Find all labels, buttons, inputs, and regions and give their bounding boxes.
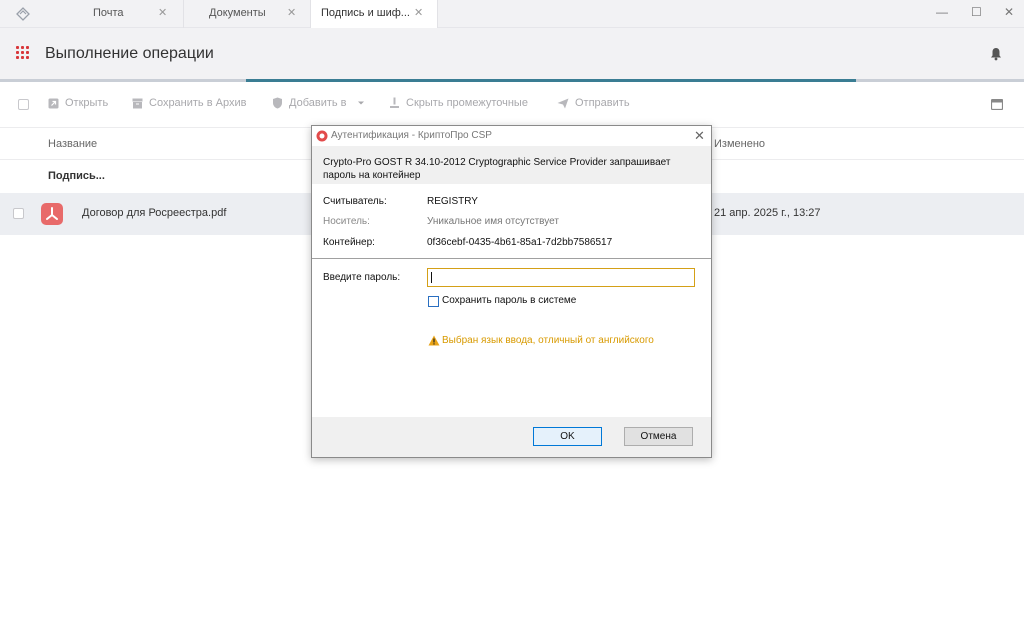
send-icon	[557, 98, 569, 108]
password-input[interactable]	[427, 268, 695, 287]
ok-button[interactable]: OK	[533, 427, 602, 446]
file-modified-date: 21 апр. 2025 г., 13:27	[714, 207, 821, 219]
shield-add-icon	[273, 97, 282, 109]
open-button[interactable]: Открыть	[48, 97, 108, 109]
layout-panel-icon[interactable]	[991, 99, 1003, 110]
column-header-name[interactable]: Название	[48, 138, 97, 150]
reader-label: Считыватель:	[323, 196, 387, 207]
pin-icon	[390, 97, 399, 108]
tab-sign-encrypt-close-icon[interactable]: ✕	[414, 6, 423, 19]
container-label: Контейнер:	[323, 237, 375, 248]
add-to-label: Добавить в	[289, 97, 347, 109]
dialog-separator	[312, 258, 711, 259]
dialog-message-banner: Crypto-Pro GOST R 34.10-2012 Cryptograph…	[312, 146, 711, 184]
file-name: Договор для Росреестра.pdf	[82, 207, 227, 219]
dialog-title: Аутентификация - КриптоПро CSP	[331, 130, 492, 141]
page-title: Выполнение операции	[45, 45, 214, 62]
chevron-down-icon	[357, 101, 364, 105]
send-label: Отправить	[575, 97, 630, 109]
tab-sign-encrypt-label: Подпись и шиф...	[321, 7, 410, 19]
minimize-button[interactable]: —	[936, 5, 948, 19]
text-caret	[431, 272, 432, 283]
auth-dialog: Аутентификация - КриптоПро CSP ✕ Crypto-…	[311, 125, 712, 458]
reader-value: REGISTRY	[427, 196, 478, 207]
apps-grid-icon[interactable]	[16, 46, 29, 59]
hide-intermediate-button[interactable]: Скрыть промежуточные	[389, 97, 528, 109]
input-language-warning: Выбран язык ввода, отличный от английско…	[442, 335, 654, 346]
save-password-checkbox[interactable]	[428, 296, 439, 307]
save-archive-label: Сохранить в Архив	[149, 97, 247, 109]
open-icon	[48, 98, 59, 108]
toolbar: Открыть Сохранить в Архив Добавить в Скр…	[0, 82, 1024, 128]
select-all-checkbox[interactable]	[18, 99, 29, 110]
dialog-footer: OK Отмена	[312, 417, 711, 457]
group-label[interactable]: Подпись...	[48, 170, 105, 182]
app-logo-icon	[16, 7, 30, 21]
bell-icon[interactable]	[989, 47, 1003, 61]
tab-mail[interactable]: Почта ✕	[56, 0, 184, 28]
dialog-message: Crypto-Pro GOST R 34.10-2012 Cryptograph…	[323, 157, 671, 181]
dialog-close-icon[interactable]: ✕	[694, 128, 705, 144]
media-label: Носитель:	[323, 216, 370, 227]
tab-mail-label: Почта	[93, 7, 124, 19]
dialog-titlebar[interactable]: Аутентификация - КриптоПро CSP ✕	[312, 126, 711, 146]
open-label: Открыть	[65, 97, 109, 109]
row-checkbox[interactable]	[13, 208, 24, 219]
container-value: 0f36cebf-0435-4b61-85a1-7d2bb7586517	[427, 237, 613, 248]
tab-documents-label: Документы	[209, 7, 266, 19]
warning-icon	[428, 335, 440, 346]
tab-sign-encrypt[interactable]: Подпись и шиф... ✕	[311, 0, 438, 28]
password-label: Введите пароль:	[323, 272, 401, 283]
tab-documents[interactable]: Документы ✕	[184, 0, 311, 28]
save-archive-button[interactable]: Сохранить в Архив	[132, 97, 246, 109]
add-to-button[interactable]: Добавить в	[272, 97, 366, 109]
column-header-modified[interactable]: Изменено	[714, 138, 765, 150]
pdf-file-icon	[41, 203, 63, 225]
media-value: Уникальное имя отсутствует	[427, 216, 559, 227]
cryptopro-logo-icon	[316, 130, 328, 142]
hide-intermediate-label: Скрыть промежуточные	[406, 97, 528, 109]
send-button[interactable]: Отправить	[557, 97, 630, 109]
close-window-button[interactable]: ✕	[1004, 5, 1014, 19]
tab-mail-close-icon[interactable]: ✕	[158, 6, 167, 19]
cancel-button[interactable]: Отмена	[624, 427, 693, 446]
tab-documents-close-icon[interactable]: ✕	[287, 6, 296, 19]
page-header: Выполнение операции	[0, 28, 1024, 80]
save-password-label[interactable]: Сохранить пароль в системе	[442, 295, 576, 306]
maximize-button[interactable]: ☐	[971, 5, 982, 19]
tab-strip: Почта ✕ Документы ✕ Подпись и шиф... ✕ —…	[0, 0, 1024, 28]
archive-icon	[132, 98, 143, 108]
